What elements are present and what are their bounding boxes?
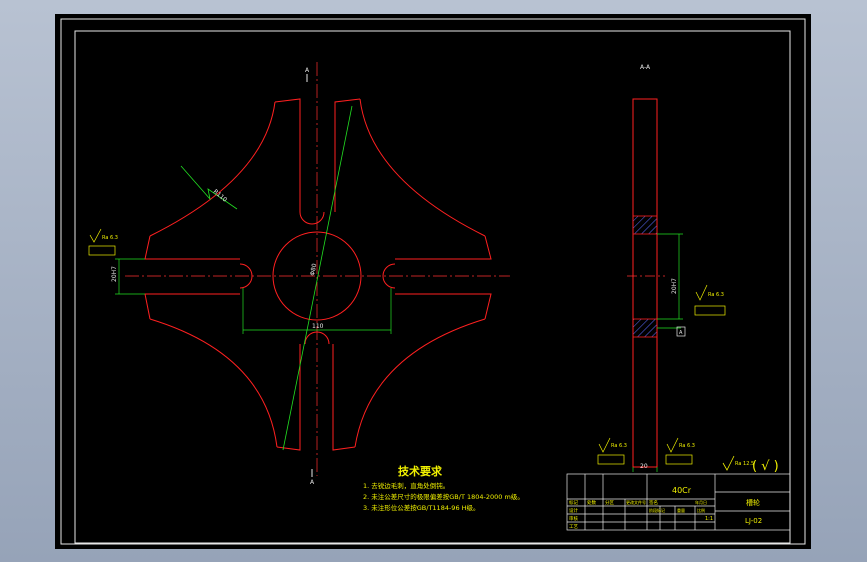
section-view: A-A 20H7 A Ra 6.3 20 Ra 6.3 Ra 6.3 (597, 64, 726, 472)
svg-text:工艺: 工艺 (569, 524, 578, 530)
svg-text:年月日: 年月日 (695, 499, 707, 505)
left-arm-bottom-edge (144, 293, 240, 320)
roughness-bottom-left: Ra 6.3 (597, 437, 627, 465)
width-text: 110 (312, 323, 324, 330)
svg-text:分区: 分区 (605, 499, 614, 506)
general-check-text: ( √ ) (752, 459, 779, 474)
technical-requirements: 技术要求 1. 去锐边毛刺，直角处倒钝。 2. 未注公差尺寸的极限偏差按GB/T… (363, 464, 524, 512)
drawing-sheet: Φ80 R110 110 20H7 Ra 6.3 A A A-A 20H7 A … (55, 14, 811, 549)
arc-top-left (149, 101, 276, 237)
svg-text:签名: 签名 (649, 499, 658, 506)
cad-drawing: Φ80 R110 110 20H7 Ra 6.3 A A A-A 20H7 A … (60, 18, 806, 545)
requirement-2: 2. 未注公差尺寸的极限偏差按GB/T 1804-2000 m级。 (363, 492, 524, 501)
arc-bottom-left (149, 318, 278, 448)
cut-marker-bottom: A (310, 479, 315, 486)
bottom-arm-right-edge (332, 344, 356, 451)
svg-text:阶段标记: 阶段标记 (649, 507, 665, 513)
right-arm-top-edge (395, 235, 492, 260)
roughness-symbol-section: Ra 6.3 (694, 284, 726, 316)
requirement-3: 3. 未注形位公差按GB/T1184-96 H级。 (363, 503, 480, 512)
hatch-upper (632, 215, 658, 235)
svg-text:比例: 比例 (697, 507, 705, 513)
section-outline (632, 98, 658, 468)
diameter-text: Φ80 (309, 263, 318, 277)
arc-top-right (359, 98, 486, 237)
roughness-symbol-left: Ra 6.3 (88, 228, 118, 256)
cut-marker-top: A (305, 67, 310, 74)
thickness-text: 20 (640, 463, 648, 470)
arc-bottom-right (354, 318, 486, 448)
svg-text:审核: 审核 (569, 515, 578, 522)
material-text: 40Cr (672, 486, 692, 495)
svg-text:更改文件号: 更改文件号 (626, 499, 646, 505)
requirement-1: 1. 去锐边毛刺，直角处倒钝。 (363, 481, 449, 490)
hatch-lower (632, 318, 658, 338)
left-arm-top-edge (144, 235, 240, 260)
scale-text: 1:1 (705, 516, 713, 522)
right-arm-bottom-edge (395, 293, 492, 320)
general-roughness: Ra 12.5 ( √ ) (722, 455, 779, 474)
datum-text: A (679, 330, 683, 336)
radius-leader (180, 165, 238, 210)
top-arm-left-edge (274, 98, 301, 212)
top-slot-end (299, 211, 325, 225)
svg-text:重量: 重量 (677, 507, 685, 513)
roughness-bottom-right: Ra 6.3 (665, 437, 695, 465)
roughness-left-text: Ra 6.3 (102, 235, 118, 241)
drawing-no-text: LJ-02 (745, 517, 762, 525)
top-arm-right-edge (334, 98, 361, 212)
svg-text:处数: 处数 (587, 499, 596, 506)
roughness-section-text: Ra 6.3 (708, 292, 724, 298)
bottom-arm-left-edge (276, 344, 301, 451)
svg-text:标记: 标记 (569, 499, 578, 506)
section-label: A-A (640, 64, 651, 71)
title-block-text: 40Cr 槽轮 LJ-02 1:1 标记 设计 审核 工艺 处数 分区 更改文件… (569, 486, 762, 530)
diameter-leader (282, 105, 353, 451)
svg-text:设计: 设计 (569, 507, 578, 514)
slot-text: 20H7 (111, 266, 118, 282)
part-name-text: 槽轮 (746, 498, 760, 507)
requirements-title: 技术要求 (398, 464, 443, 478)
front-view: Φ80 R110 110 20H7 Ra 6.3 A A (88, 62, 510, 486)
section-slot-text: 20H7 (671, 278, 678, 294)
svg-text:Ra 6.3: Ra 6.3 (611, 443, 627, 449)
svg-text:Ra 6.3: Ra 6.3 (679, 443, 695, 449)
